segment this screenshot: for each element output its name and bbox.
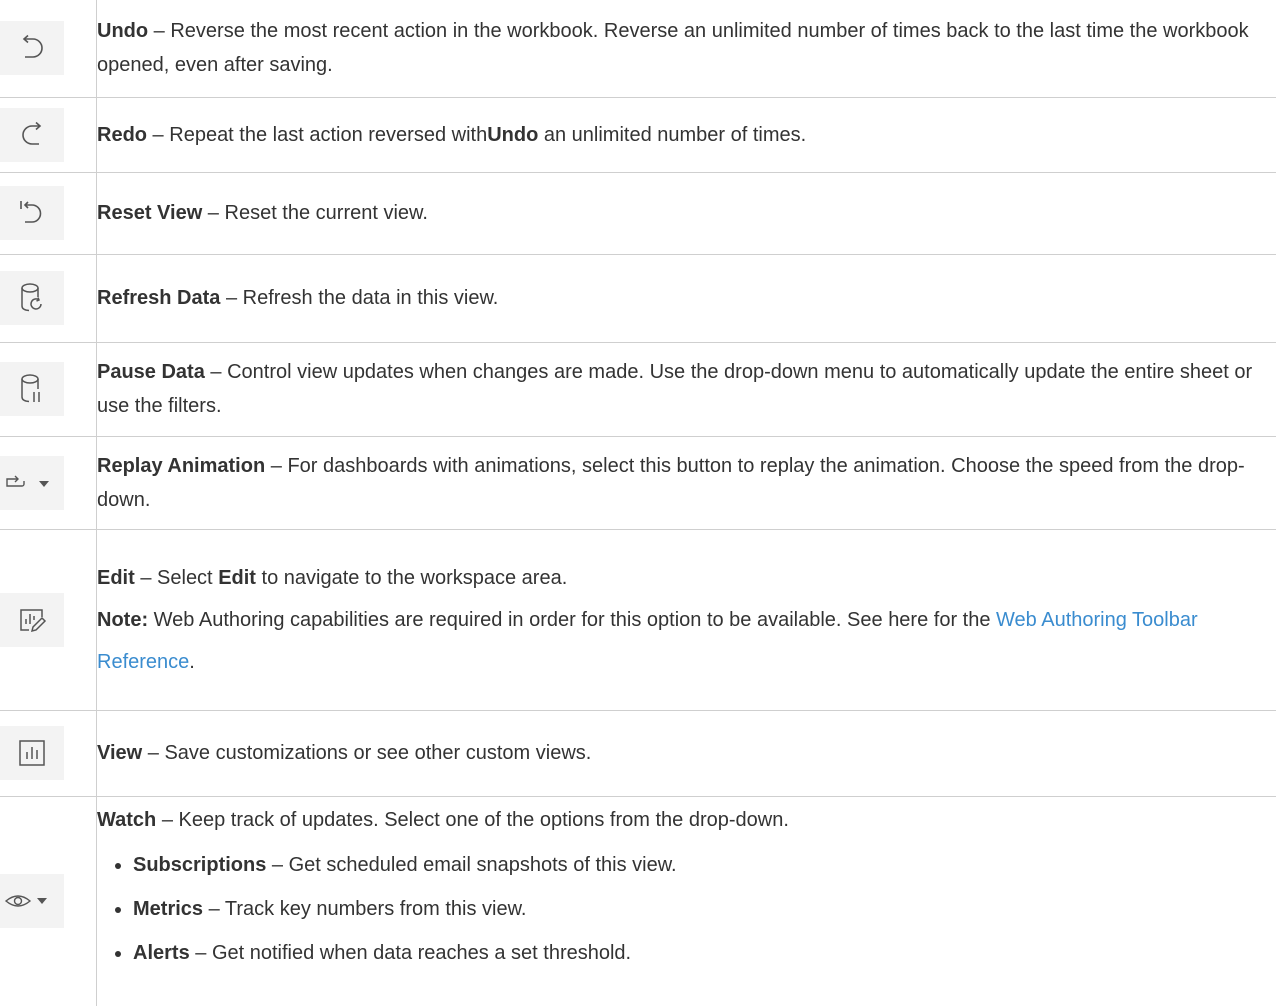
description-cell: Watch – Keep track of updates. Select on…: [96, 795, 1276, 1006]
edit-note: Note: Web Authoring capabilities are req…: [97, 608, 1198, 673]
item-description: Control view updates when changes are ma…: [97, 361, 1253, 417]
item-label: Watch: [97, 808, 157, 831]
item-label: Undo: [97, 20, 149, 43]
table-row-watch: Watch – Keep track of updates. Select on…: [0, 795, 1276, 1006]
icon-cell: [0, 341, 97, 437]
item-description: Reverse the most recent action in the wo…: [97, 20, 1249, 77]
edit-description: Edit – Select Edit to navigate to the wo…: [97, 566, 568, 589]
table-row-replay-animation: Replay Animation – For dashboards with a…: [0, 435, 1276, 530]
chevron-down-icon: [39, 480, 49, 487]
icon-cell: [0, 253, 97, 343]
item-label: Redo: [97, 123, 147, 146]
icon-cell: [0, 171, 97, 255]
description-cell: Undo – Reverse the most recent action in…: [96, 0, 1276, 98]
refresh-data-icon: [0, 271, 64, 325]
item-label: View: [97, 742, 143, 764]
list-item: Alerts – Get notified when data reaches …: [133, 931, 1276, 975]
item-label: Pause Data: [97, 361, 205, 383]
table-row-edit: Edit – Select Edit to navigate to the wo…: [0, 528, 1276, 711]
description-cell: Refresh Data – Refresh the data in this …: [96, 253, 1276, 343]
replay-animation-icon: [0, 455, 64, 510]
edit-icon: [0, 592, 64, 647]
table-row-reset-view: Reset View – Reset the current view.: [0, 171, 1276, 255]
table-row-view: View – Save customizations or see other …: [0, 709, 1276, 797]
watch-icon: [0, 874, 64, 929]
item-label: Reset View: [97, 202, 203, 224]
icon-cell: [0, 709, 97, 797]
description-cell: View – Save customizations or see other …: [96, 709, 1276, 797]
item-description: Save customizations or see other custom …: [164, 742, 592, 764]
icon-cell: [0, 528, 97, 711]
toolbar-reference-table: Undo – Reverse the most recent action in…: [0, 0, 1276, 1006]
watch-options-list: Subscriptions – Get scheduled email snap…: [97, 843, 1276, 975]
list-item: Subscriptions – Get scheduled email snap…: [133, 843, 1276, 887]
icon-cell: [0, 795, 97, 1006]
redo-icon: [0, 107, 64, 162]
description-cell: Reset View – Reset the current view.: [96, 171, 1276, 255]
item-description: Reset the current view.: [224, 202, 428, 224]
table-row-pause-data: Pause Data – Control view updates when c…: [0, 341, 1276, 437]
table-row-refresh-data: Refresh Data – Refresh the data in this …: [0, 253, 1276, 343]
item-description: Keep track of updates. Select one of the…: [178, 808, 789, 831]
icon-cell: [0, 96, 97, 173]
item-label: Refresh Data: [97, 287, 221, 309]
item-label: Replay Animation: [97, 454, 266, 477]
icon-cell: [0, 0, 97, 98]
description-cell: Replay Animation – For dashboards with a…: [96, 435, 1276, 530]
description-cell: Redo – Repeat the last action reversed w…: [96, 96, 1276, 173]
icon-cell: [0, 435, 97, 530]
list-item: Metrics – Track key numbers from this vi…: [133, 887, 1276, 931]
table-row-redo: Redo – Repeat the last action reversed w…: [0, 96, 1276, 173]
item-description: Refresh the data in this view.: [242, 287, 499, 309]
reset-view-icon: [0, 186, 64, 240]
pause-data-icon: [0, 362, 64, 416]
undo-icon: [0, 21, 64, 76]
chevron-down-icon: [37, 898, 47, 905]
view-icon: [0, 726, 64, 780]
item-label: Edit: [97, 566, 135, 589]
description-cell: Edit – Select Edit to navigate to the wo…: [96, 528, 1276, 711]
description-cell: Pause Data – Control view updates when c…: [96, 341, 1276, 437]
table-row-undo: Undo – Reverse the most recent action in…: [0, 0, 1276, 98]
